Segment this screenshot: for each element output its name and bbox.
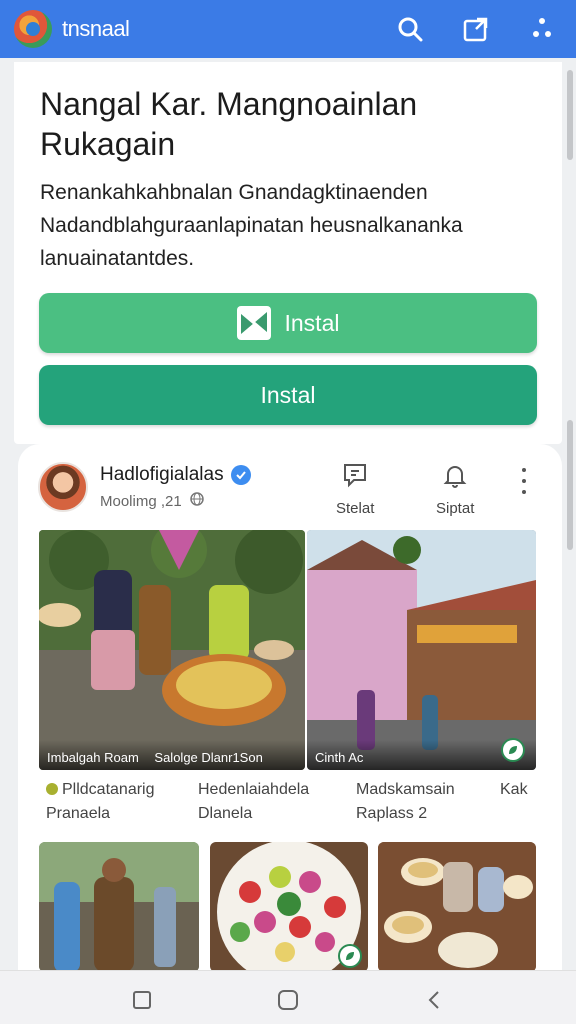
app-logo [14,10,52,48]
install-button-secondary-label: Instal [260,381,316,408]
thumbnail-people[interactable] [39,842,199,972]
post-meta: Moolimg ,21 [100,492,204,510]
app-bar: tnsnaal [0,0,576,58]
notify-action-label: Siptat [436,500,475,517]
comment-icon [342,462,368,492]
app-card-description: Renankahkahbnalan Gnandagktinaenden Nada… [40,181,463,270]
caption-4: Kak [500,781,528,798]
leaf-badge-icon-2 [338,944,362,968]
system-nav-bar [0,970,576,1024]
post-photo-market[interactable]: Imbalgah Roam Salolge Dlanr1Son [39,530,305,770]
install-app-icon [236,306,271,340]
app-card-title: Nangal Kar. Mangnoainlan Rukagain [40,86,418,162]
caption-2: Hedenlaiahdela Dlanela [198,781,310,822]
post-more-icon[interactable] [518,468,530,494]
thumbnail-cooking[interactable] [378,842,536,972]
comment-action-label: Stelat [336,500,375,517]
leaf-badge-icon [501,738,525,762]
scrollbar-thumb[interactable] [567,70,573,160]
author-name: Hadlofigialalas [100,464,224,485]
install-button-primary-label: Instal [284,309,340,336]
post-photo-caption: Imbalgah Roam Salolge Dlanr1Son [39,740,305,770]
photo-captions: Plldcatanarig Pranaela Hedenlaiahdela Dl… [18,778,562,828]
caption-3: Madskamsain Raplass 2 [356,781,455,822]
verified-badge-icon [230,465,251,485]
app-card: Nangal Kar. Mangnoainlan Rukagain Renank… [14,62,562,444]
more-options-icon[interactable] [528,15,556,43]
notify-action[interactable]: Siptat [436,462,474,517]
share-icon[interactable] [462,15,490,43]
home-icon[interactable] [277,989,299,1011]
thumbnail-salad[interactable] [210,842,368,972]
caption-dot-icon [46,783,58,795]
comment-action[interactable]: Stelat [336,462,374,517]
back-icon[interactable] [424,989,446,1011]
search-icon[interactable] [396,15,424,43]
post-photo-village[interactable]: Cinth Ac [307,530,536,770]
feed-post: Hadlofigialalas Moolimg ,21 Stelat Sipta… [18,444,562,984]
bell-icon [442,462,468,492]
install-button-secondary[interactable]: Instal [39,365,537,425]
author-name-row[interactable]: Hadlofigialalas [100,464,251,486]
globe-icon [189,492,204,510]
author-avatar[interactable] [38,462,88,512]
post-date: Moolimg ,21 [100,492,182,510]
app-title: tnsnaal [62,16,130,41]
caption-1: Plldcatanarig Pranaela [46,781,155,822]
recent-apps-icon[interactable] [131,989,153,1011]
install-button-primary[interactable]: Instal [39,293,537,353]
scrollbar-track-thumb[interactable] [567,420,573,550]
